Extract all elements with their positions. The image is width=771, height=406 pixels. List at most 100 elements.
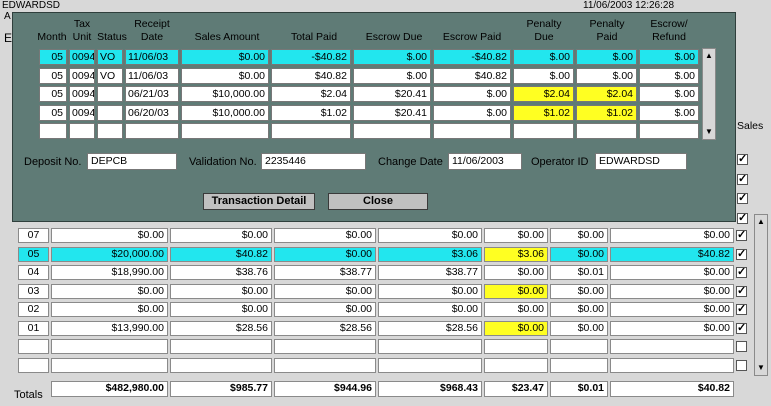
transaction-cell-tax-unit[interactable]: 0094 bbox=[69, 104, 95, 121]
grid-cell-penalty-due[interactable]: $0.00 bbox=[484, 228, 548, 243]
row-checkbox[interactable]: ✓ bbox=[736, 248, 747, 260]
transaction-cell-refund[interactable]: $.00 bbox=[639, 86, 699, 102]
grid-cell-escrow-due[interactable] bbox=[378, 357, 482, 373]
transaction-cell-date[interactable]: 06/20/03 bbox=[125, 104, 179, 121]
grid-cell-paid[interactable]: $0.00 bbox=[274, 246, 376, 262]
scroll-down-icon[interactable]: ▼ bbox=[756, 363, 766, 373]
transaction-cell-date[interactable]: 06/21/03 bbox=[125, 86, 179, 102]
grid-cell-tax[interactable] bbox=[170, 339, 272, 354]
grid-cell-paid[interactable] bbox=[274, 357, 376, 373]
grid-cell-tax[interactable]: $0.00 bbox=[170, 302, 272, 317]
transaction-cell-sales[interactable]: $0.00 bbox=[181, 67, 269, 84]
grid-cell-paid[interactable]: $0.00 bbox=[274, 228, 376, 243]
transaction-cell-month[interactable]: 05 bbox=[39, 67, 67, 84]
row-checkbox[interactable]: ✓ bbox=[737, 173, 748, 185]
row-checkbox[interactable]: ✓ bbox=[737, 192, 748, 204]
row-checkbox[interactable]: ✓ bbox=[737, 153, 748, 165]
transaction-cell-month[interactable]: 05 bbox=[39, 49, 67, 65]
scroll-up-icon[interactable]: ▲ bbox=[704, 51, 714, 61]
transaction-cell-escrow-paid[interactable]: $.00 bbox=[433, 104, 511, 121]
transaction-cell-escrow-paid[interactable] bbox=[433, 123, 511, 139]
transaction-cell-escrow-paid[interactable]: $40.82 bbox=[433, 67, 511, 84]
grid-cell-refund[interactable]: $40.82 bbox=[610, 246, 734, 262]
grid-cell-refund[interactable] bbox=[610, 339, 734, 354]
transaction-cell-penalty-due[interactable]: $.00 bbox=[513, 67, 574, 84]
transaction-cell-refund[interactable] bbox=[639, 123, 699, 139]
grid-cell-escrow-due[interactable] bbox=[378, 339, 482, 354]
transaction-cell-penalty-paid[interactable]: $1.02 bbox=[576, 104, 637, 121]
grid-cell-refund[interactable]: $0.00 bbox=[610, 320, 734, 336]
grid-cell-tax[interactable]: $40.82 bbox=[170, 246, 272, 262]
grid-cell-escrow-due[interactable]: $0.00 bbox=[378, 283, 482, 299]
transaction-cell-sales[interactable]: $10,000.00 bbox=[181, 86, 269, 102]
grid-cell-paid[interactable]: $28.56 bbox=[274, 320, 376, 336]
transaction-cell-tax-unit[interactable]: 0094 bbox=[69, 49, 95, 65]
transaction-cell-refund[interactable]: $.00 bbox=[639, 104, 699, 121]
grid-cell-refund[interactable]: $0.00 bbox=[610, 283, 734, 299]
grid-cell-paid[interactable]: $38.77 bbox=[274, 265, 376, 280]
transaction-cell-month[interactable] bbox=[39, 123, 67, 139]
deposit-field[interactable]: DEPCB bbox=[87, 153, 177, 170]
transaction-cell-tax-unit[interactable]: 0094 bbox=[69, 86, 95, 102]
grid-cell-penalty-due[interactable] bbox=[484, 339, 548, 354]
grid-cell-sales[interactable]: $0.00 bbox=[51, 228, 168, 243]
grid-cell-penalty-due[interactable]: $0.00 bbox=[484, 320, 548, 336]
grid-cell-sales[interactable]: $20,000.00 bbox=[51, 246, 168, 262]
grid-cell-tax[interactable]: $0.00 bbox=[170, 228, 272, 243]
row-checkbox[interactable]: ✓ bbox=[736, 229, 747, 241]
grid-cell-refund[interactable]: $0.00 bbox=[610, 228, 734, 243]
transaction-cell-status[interactable] bbox=[97, 86, 123, 102]
transaction-cell-penalty-due[interactable] bbox=[513, 123, 574, 139]
transaction-cell-penalty-due[interactable]: $2.04 bbox=[513, 86, 574, 102]
transaction-cell-escrow-due[interactable] bbox=[353, 123, 431, 139]
grid-cell-month[interactable]: 05 bbox=[18, 246, 49, 262]
grid-cell-refund[interactable]: $0.00 bbox=[610, 265, 734, 280]
grid-cell-escrow-due[interactable]: $0.00 bbox=[378, 228, 482, 243]
transaction-cell-penalty-due[interactable]: $.00 bbox=[513, 49, 574, 65]
row-checkbox[interactable] bbox=[736, 341, 747, 352]
transaction-cell-sales[interactable]: $10,000.00 bbox=[181, 104, 269, 121]
grid-cell-penalty-paid[interactable]: $0.00 bbox=[550, 283, 608, 299]
transaction-detail-button[interactable]: Transaction Detail bbox=[203, 193, 315, 210]
grid-scrollbar[interactable]: ▲ ▼ bbox=[754, 214, 768, 376]
transaction-cell-month[interactable]: 05 bbox=[39, 104, 67, 121]
grid-cell-escrow-due[interactable]: $0.00 bbox=[378, 302, 482, 317]
grid-cell-month[interactable] bbox=[18, 357, 49, 373]
grid-cell-month[interactable]: 07 bbox=[18, 228, 49, 243]
transaction-cell-penalty-paid[interactable]: $.00 bbox=[576, 67, 637, 84]
transaction-cell-penalty-paid[interactable]: $.00 bbox=[576, 49, 637, 65]
transaction-cell-penalty-paid[interactable] bbox=[576, 123, 637, 139]
transaction-cell-escrow-paid[interactable]: $.00 bbox=[433, 86, 511, 102]
transaction-cell-escrow-due[interactable]: $.00 bbox=[353, 67, 431, 84]
grid-cell-paid[interactable] bbox=[274, 339, 376, 354]
grid-cell-penalty-paid[interactable]: $0.00 bbox=[550, 320, 608, 336]
transaction-cell-status[interactable] bbox=[97, 104, 123, 121]
transaction-cell-refund[interactable]: $.00 bbox=[639, 49, 699, 65]
transaction-cell-status[interactable]: VO bbox=[97, 49, 123, 65]
transaction-cell-tax-unit[interactable] bbox=[69, 123, 95, 139]
grid-cell-month[interactable]: 03 bbox=[18, 283, 49, 299]
transaction-cell-total-paid[interactable]: $2.04 bbox=[271, 86, 351, 102]
grid-cell-penalty-paid[interactable]: $0.00 bbox=[550, 302, 608, 317]
grid-cell-sales[interactable] bbox=[51, 339, 168, 354]
grid-cell-refund[interactable]: $0.00 bbox=[610, 302, 734, 317]
transaction-cell-date[interactable]: 11/06/03 bbox=[125, 49, 179, 65]
grid-cell-penalty-due[interactable]: $0.00 bbox=[484, 302, 548, 317]
transaction-cell-sales[interactable]: $0.00 bbox=[181, 49, 269, 65]
transaction-cell-tax-unit[interactable]: 0094 bbox=[69, 67, 95, 84]
transaction-cell-escrow-paid[interactable]: -$40.82 bbox=[433, 49, 511, 65]
transaction-cell-total-paid[interactable] bbox=[271, 123, 351, 139]
grid-cell-month[interactable]: 04 bbox=[18, 265, 49, 280]
grid-cell-penalty-paid[interactable]: $0.00 bbox=[550, 246, 608, 262]
operator-field[interactable]: EDWARDSD bbox=[595, 153, 687, 170]
row-checkbox[interactable]: ✓ bbox=[736, 285, 747, 297]
transaction-cell-escrow-due[interactable]: $20.41 bbox=[353, 86, 431, 102]
grid-cell-sales[interactable]: $0.00 bbox=[51, 283, 168, 299]
change-date-field[interactable]: 11/06/2003 bbox=[448, 153, 522, 170]
grid-cell-month[interactable] bbox=[18, 339, 49, 354]
grid-cell-penalty-paid[interactable] bbox=[550, 339, 608, 354]
row-checkbox[interactable]: ✓ bbox=[736, 266, 747, 278]
grid-cell-tax[interactable]: $0.00 bbox=[170, 283, 272, 299]
row-checkbox[interactable]: ✓ bbox=[737, 212, 748, 224]
transaction-cell-penalty-paid[interactable]: $2.04 bbox=[576, 86, 637, 102]
